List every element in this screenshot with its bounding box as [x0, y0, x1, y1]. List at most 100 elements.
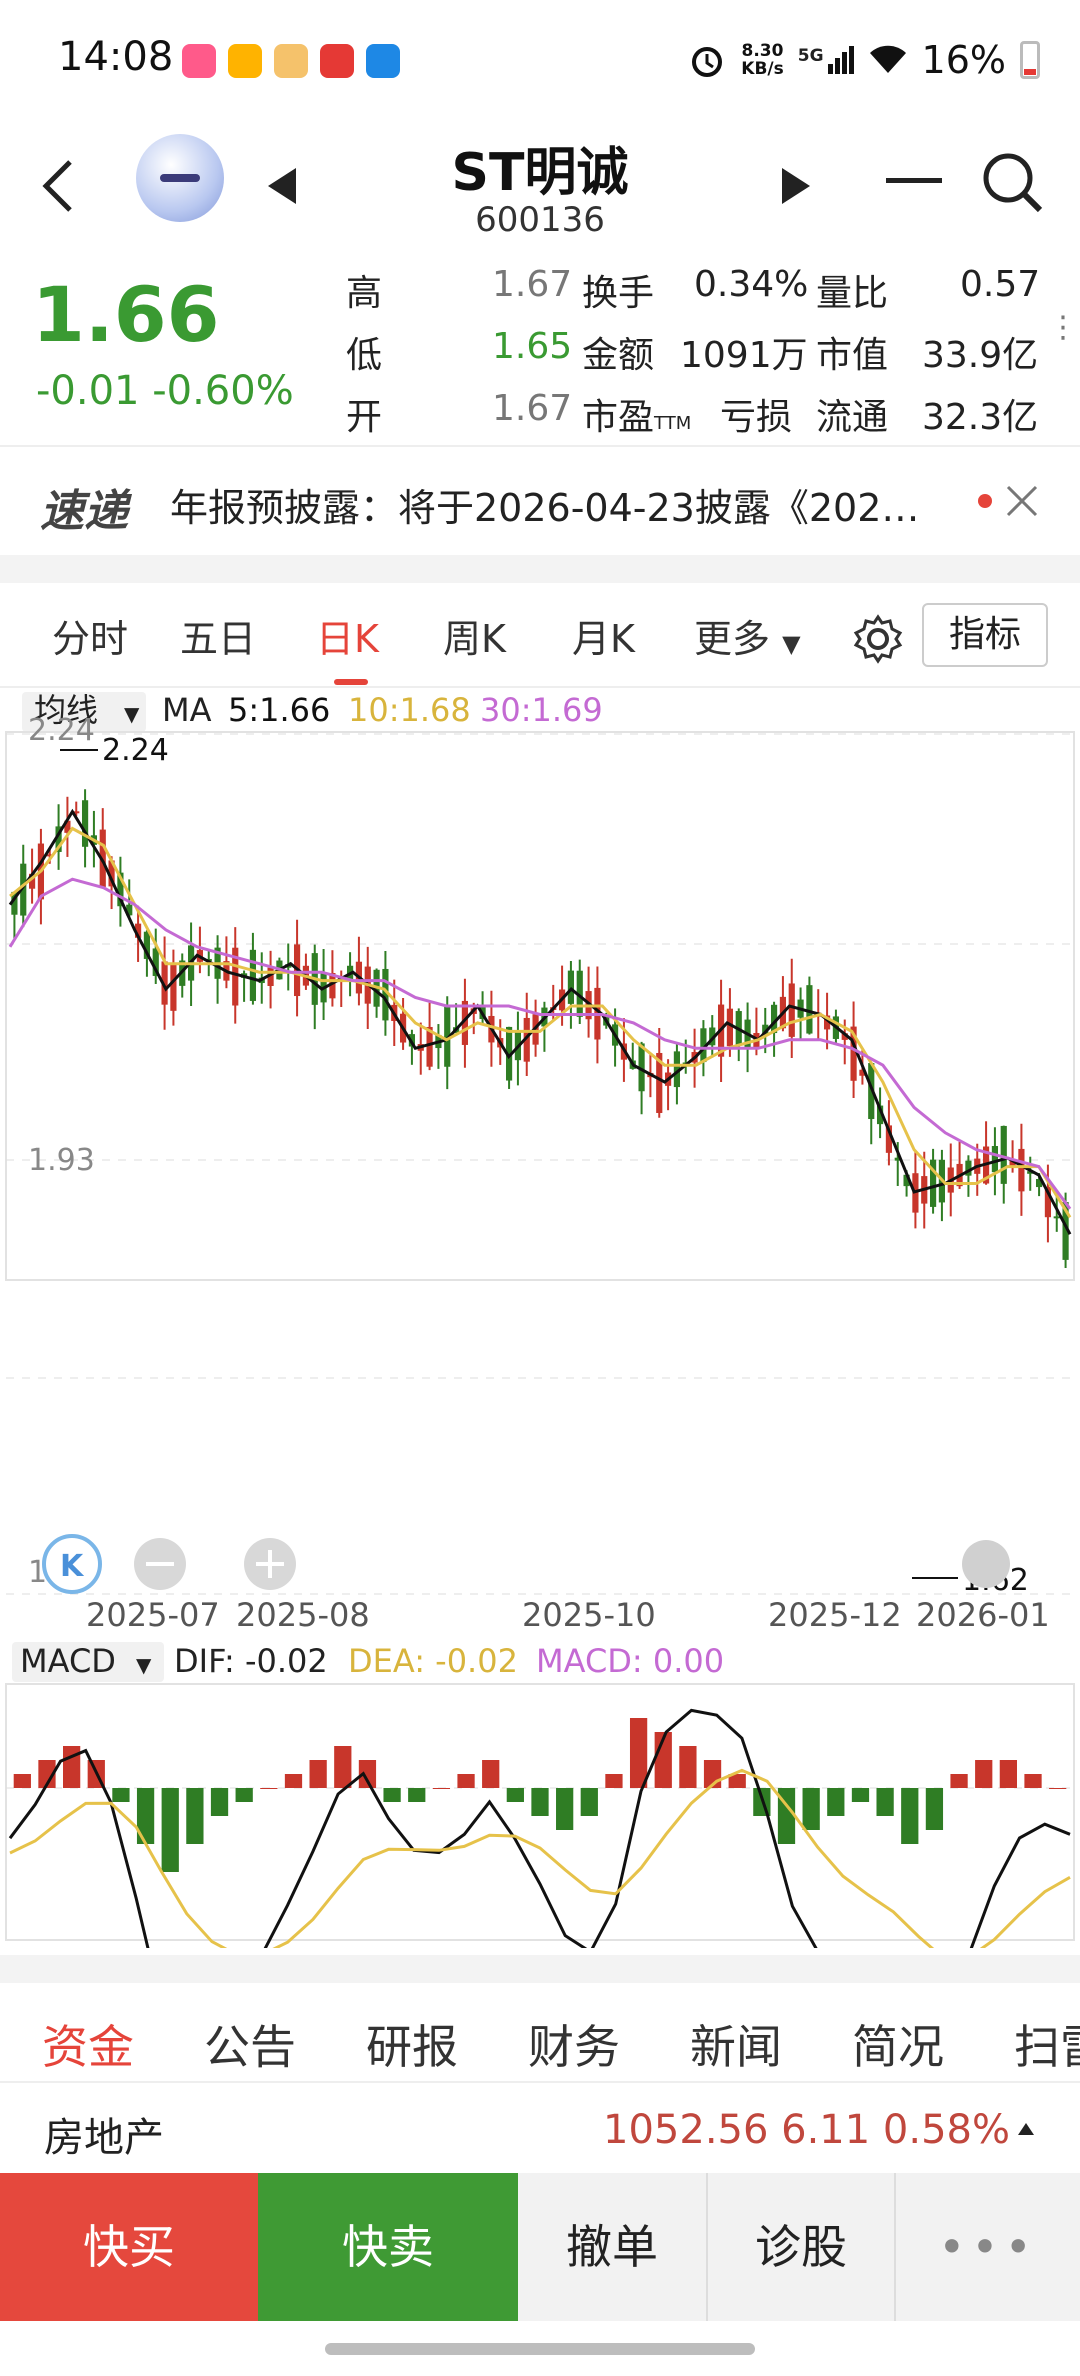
- close-icon[interactable]: [1004, 483, 1040, 519]
- macd-bar: [161, 1788, 179, 1872]
- stock-code: 600136: [475, 200, 605, 240]
- label-open: 开: [346, 397, 383, 438]
- diagnose-button[interactable]: 诊股: [708, 2173, 896, 2321]
- signal-icon: 5G: [798, 46, 854, 74]
- value-open: 1.67: [492, 388, 573, 429]
- candle-body: [1053, 1216, 1060, 1219]
- x-label: 2025-12: [768, 1596, 902, 1634]
- app-notification-icon: [228, 44, 262, 78]
- macd-bar: [851, 1788, 870, 1802]
- dif-value: DIF: -0.02: [174, 1642, 328, 1680]
- tab-daily-k[interactable]: 日K: [316, 608, 379, 663]
- ma-line-ma30: [8, 877, 1072, 1210]
- ma-lines: [8, 808, 1072, 1235]
- next-stock-icon[interactable]: [778, 164, 814, 208]
- tab-minesweep[interactable]: 扫雷: [1014, 2011, 1080, 2077]
- candle-body: [726, 1008, 734, 1047]
- sector-values: 1052.56 6.11 0.58%: [603, 2107, 1010, 2153]
- label-volume-ratio: 量比: [816, 273, 889, 314]
- value-pe: 亏损: [720, 397, 793, 438]
- indicator-button[interactable]: 指标: [922, 603, 1048, 667]
- tab-monthly-k[interactable]: 月K: [572, 608, 635, 663]
- period-tabs: 分时 五日 日K 周K 月K 更多 ▼ 指标: [0, 583, 1080, 688]
- x-label: 2025-10: [522, 1596, 656, 1634]
- stock-name: ST明诚: [451, 143, 629, 203]
- macd-bar: [1024, 1774, 1042, 1788]
- label-pe: 市盈TTM: [582, 397, 692, 438]
- quick-buy-button[interactable]: 快买: [0, 2173, 258, 2321]
- stock-header: ST明诚 600136: [0, 120, 1080, 250]
- tab-announcements[interactable]: 公告: [204, 2011, 296, 2077]
- minus-icon[interactable]: [886, 178, 942, 183]
- macd-bar: [482, 1760, 500, 1788]
- macd-bar: [950, 1774, 968, 1788]
- tab-five-day[interactable]: 五日: [180, 608, 256, 663]
- macd-bar: [975, 1760, 993, 1788]
- label-turnover: 换手: [582, 273, 655, 314]
- cancel-order-button[interactable]: 撤单: [518, 2173, 708, 2321]
- macd-bar: [457, 1774, 475, 1788]
- x-label: 2025-07: [86, 1596, 220, 1634]
- app-notification-icon: [320, 44, 354, 78]
- label-amount: 金额: [582, 335, 655, 376]
- home-indicator: [325, 2343, 755, 2355]
- kline-chart[interactable]: 均线 ▼ MA 5:1.66 10:1.68 30:1.69 2.24 1.93…: [0, 688, 1080, 2043]
- sector-name: 房地产: [44, 2115, 164, 2161]
- macd-bar: [580, 1788, 598, 1816]
- net-speed: 8.30 KB/s: [741, 41, 784, 79]
- more-button[interactable]: •••: [896, 2173, 1080, 2321]
- more-dots-icon[interactable]: ⋮: [1048, 313, 1078, 343]
- battery-percent: 16%: [921, 38, 1006, 82]
- macd-selector[interactable]: MACD: [20, 1642, 116, 1680]
- label-market-cap: 市值: [816, 335, 889, 376]
- news-ticker[interactable]: 速递 年报预披露：将于2026-04-23披露《202…: [0, 445, 1080, 555]
- candle-body: [788, 983, 795, 1037]
- high-marker: 2.24: [102, 733, 169, 768]
- tab-more[interactable]: 更多 ▼: [694, 608, 801, 663]
- macd-bar: [1049, 1788, 1067, 1789]
- gear-icon[interactable]: [852, 613, 904, 665]
- status-time: 14:08: [58, 34, 174, 80]
- macd-value: MACD: 0.00: [536, 1642, 724, 1680]
- app-notification-icon: [366, 44, 400, 78]
- action-bar: 快买 快卖 撤单 诊股 •••: [0, 2173, 1080, 2321]
- label-low: 低: [346, 335, 383, 376]
- tab-profile[interactable]: 简况: [852, 2011, 944, 2077]
- up-triangle-icon: [1018, 2123, 1034, 2135]
- macd-bar: [556, 1788, 574, 1830]
- tab-weekly-k[interactable]: 周K: [443, 608, 506, 663]
- chevron-down-icon: ▼: [124, 702, 140, 726]
- macd-bar: [235, 1788, 253, 1802]
- info-tabs: 资金 公告 研报 财务 新闻 简况 扫雷: [0, 1983, 1080, 2083]
- macd-bar: [260, 1788, 278, 1789]
- tab-financials[interactable]: 财务: [528, 2011, 620, 2077]
- macd-bar: [901, 1788, 919, 1844]
- tab-news[interactable]: 新闻: [690, 2011, 782, 2077]
- candle-body: [81, 800, 89, 847]
- tab-research[interactable]: 研报: [366, 2011, 458, 2077]
- macd-bar: [531, 1788, 549, 1816]
- search-icon[interactable]: [980, 150, 1046, 216]
- battery-icon: [1020, 41, 1040, 79]
- price-change: -0.01 -0.60%: [36, 368, 294, 414]
- chevron-down-icon: ▼: [136, 1653, 152, 1677]
- ticker-logo: 速递: [40, 486, 128, 537]
- tab-intraday[interactable]: 分时: [52, 608, 128, 663]
- ticker-text[interactable]: 年报预披露：将于2026-04-23披露《202…: [170, 477, 970, 532]
- macd-bar: [309, 1760, 327, 1788]
- status-bar: 14:08 8.30 KB/s 5G 16%: [0, 0, 1080, 120]
- chart-svg: 均线 ▼ MA 5:1.66 10:1.68 30:1.69 2.24 1.93…: [5, 691, 1075, 2043]
- quick-sell-button[interactable]: 快卖: [258, 2173, 518, 2321]
- chevron-down-icon: ▼: [782, 630, 801, 658]
- value-high: 1.67: [492, 264, 573, 305]
- tab-funds[interactable]: 资金: [42, 2011, 134, 2077]
- unread-dot: [978, 494, 992, 508]
- dea-value: DEA: -0.02: [348, 1642, 518, 1680]
- macd-bar: [802, 1788, 820, 1830]
- macd-bar: [605, 1774, 623, 1788]
- y-label: 1.93: [28, 1143, 95, 1178]
- fullscreen-button: [962, 1540, 1010, 1588]
- sector-row[interactable]: 房地产 1052.56 6.11 0.58%: [0, 2085, 1080, 2173]
- macd-bar: [506, 1788, 524, 1802]
- alarm-icon: [692, 47, 723, 77]
